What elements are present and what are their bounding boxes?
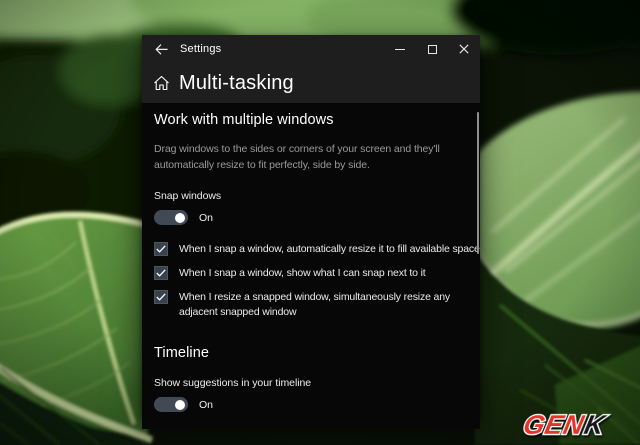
toggle-knob: [175, 400, 185, 410]
snap-windows-toggle[interactable]: [154, 210, 188, 225]
snap-windows-toggle-row: On: [154, 210, 468, 225]
checkbox-row-auto-resize[interactable]: When I snap a window, automatically resi…: [154, 242, 468, 256]
section-heading-multiple-windows: Work with multiple windows: [154, 112, 468, 128]
svg-text:GENK: GENK: [521, 409, 610, 440]
page-header: Multi-tasking: [142, 63, 480, 103]
watermark-gen: GEN: [521, 409, 588, 440]
back-button[interactable]: [142, 35, 180, 63]
checkbox-label: When I resize a snapped window, simultan…: [179, 290, 461, 320]
minimize-icon: [395, 49, 405, 50]
settings-window: Settings Multi-tasking Work with multip: [142, 35, 480, 418]
close-button[interactable]: [448, 35, 480, 63]
checkbox-label: When I snap a window, automatically resi…: [179, 242, 480, 256]
page-title: Multi-tasking: [179, 72, 294, 95]
maximize-icon: [428, 45, 437, 54]
app-title: Settings: [180, 43, 221, 55]
toggle-knob: [175, 213, 185, 223]
section-description: Drag windows to the sides or corners of …: [154, 142, 460, 173]
home-icon: [153, 75, 170, 91]
timeline-suggestions-toggle[interactable]: [154, 397, 188, 412]
scrollbar-thumb[interactable]: [477, 112, 479, 254]
checkmark-icon: [156, 293, 166, 301]
arrow-left-icon: [155, 44, 168, 55]
checkmark-icon: [156, 269, 166, 277]
timeline-suggestions-label: Show suggestions in your timeline: [154, 377, 468, 389]
snap-windows-label: Snap windows: [154, 190, 468, 202]
snap-options-list: When I snap a window, automatically resi…: [154, 242, 468, 320]
settings-content: Work with multiple windows Drag windows …: [142, 103, 480, 429]
checkbox-simultaneous-resize[interactable]: [154, 290, 168, 304]
maximize-button[interactable]: [416, 35, 448, 63]
titlebar: Settings: [142, 35, 480, 63]
snap-windows-toggle-state: On: [199, 212, 213, 224]
minimize-button[interactable]: [384, 35, 416, 63]
timeline-section: Timeline Show suggestions in your timeli…: [154, 345, 468, 412]
checkbox-show-snap-next[interactable]: [154, 266, 168, 280]
genk-watermark-logo: GENK: [514, 405, 632, 443]
checkmark-icon: [156, 245, 166, 253]
checkbox-row-simultaneous-resize[interactable]: When I resize a snapped window, simultan…: [154, 290, 468, 320]
section-heading-timeline: Timeline: [154, 345, 468, 361]
screenshot-root: Settings Multi-tasking Work with multip: [0, 0, 640, 445]
timeline-suggestions-toggle-row: On: [154, 397, 468, 412]
close-icon: [459, 44, 469, 54]
checkbox-label: When I snap a window, show what I can sn…: [179, 266, 426, 280]
timeline-suggestions-toggle-state: On: [199, 399, 213, 411]
checkbox-auto-resize[interactable]: [154, 242, 168, 256]
checkbox-row-show-snap-next[interactable]: When I snap a window, show what I can sn…: [154, 266, 468, 280]
